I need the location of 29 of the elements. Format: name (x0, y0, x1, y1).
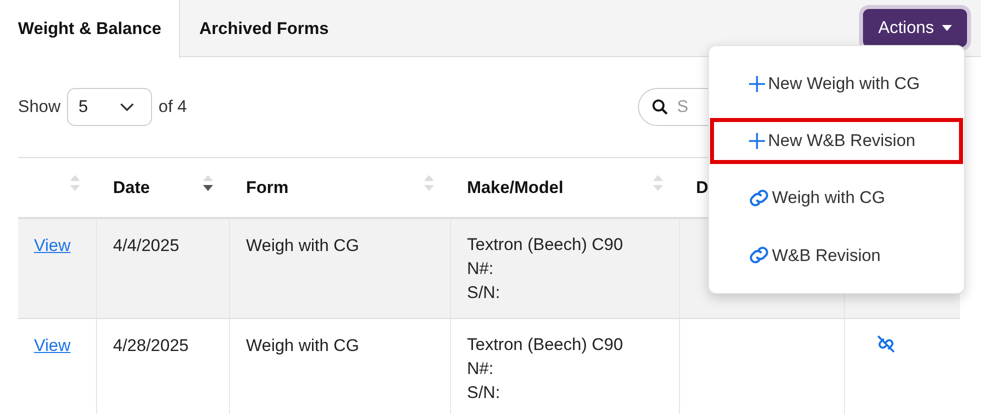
make-model-cell-text: Textron (Beech) C90 N#: S/N: (467, 334, 624, 404)
tab[interactable]: Archived Forms (180, 0, 348, 57)
plus-icon (748, 74, 766, 93)
menu-item[interactable]: W&B Revision (710, 232, 963, 278)
total-label: of 4 (158, 96, 187, 118)
make-model-cell-text: Textron (Beech) C90 N#: S/N: (467, 234, 624, 304)
form-cell: Weigh with CG (246, 236, 360, 255)
link-icon (748, 189, 770, 208)
form-cell: Weigh with CG (246, 336, 360, 355)
column-header[interactable]: D (696, 174, 708, 200)
tab[interactable]: Weight & Balance (0, 0, 180, 58)
caret-icon (942, 25, 952, 31)
search-icon (652, 99, 668, 115)
menu-item[interactable]: New W&B Revision (710, 118, 963, 164)
page-size-select[interactable]: 5 (66, 88, 152, 126)
column-header[interactable]: Date (113, 174, 150, 200)
actions-button[interactable]: Actions (863, 9, 967, 47)
view-link[interactable]: View (34, 336, 71, 355)
menu-item[interactable]: New Weigh with CG (710, 61, 963, 106)
plus-icon (748, 132, 766, 150)
date-cell: 4/4/2025 (113, 236, 180, 255)
column-header[interactable]: Form (246, 174, 288, 200)
chevron-down-icon (120, 103, 134, 111)
show-label: Show (18, 96, 61, 118)
menu-item[interactable]: Weigh with CG (710, 176, 963, 221)
date-cell: 4/28/2025 (113, 336, 189, 355)
link-icon (748, 246, 770, 264)
column-header[interactable]: Make/Model (467, 174, 564, 200)
view-link[interactable]: View (34, 236, 71, 255)
